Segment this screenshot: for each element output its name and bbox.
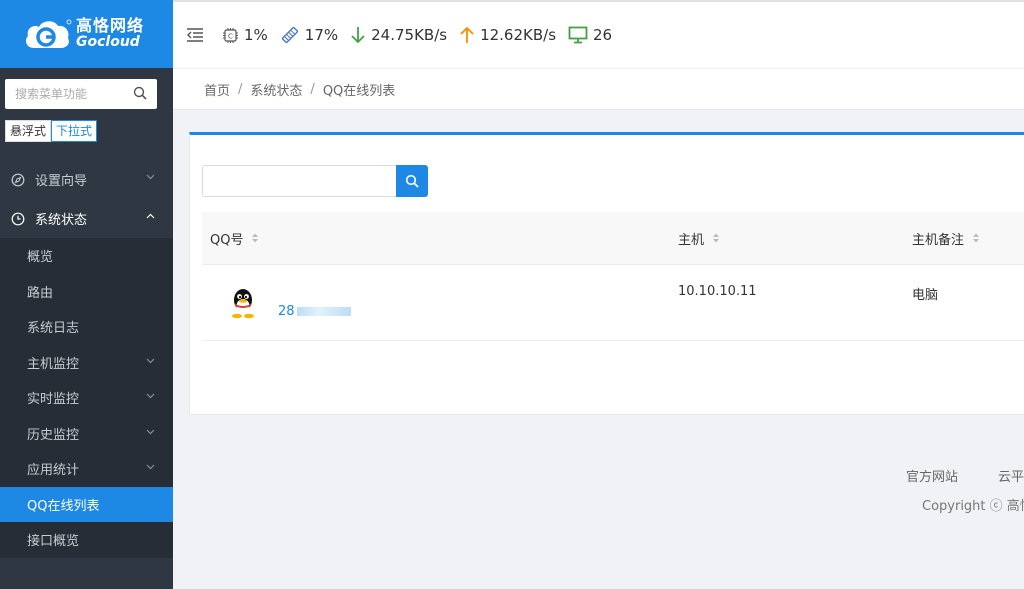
hosts-stat: 26	[568, 26, 612, 44]
column-label: QQ号	[210, 232, 244, 248]
sidebar-item-realtime-monitor[interactable]: 实时监控	[0, 380, 173, 416]
sidebar-item-label: 路由	[27, 285, 54, 301]
chevron-up-icon	[146, 213, 155, 219]
menu-collapse-icon[interactable]	[186, 27, 204, 43]
chevron-down-icon	[146, 429, 155, 434]
column-host[interactable]: 主机	[678, 229, 720, 248]
menu-search	[5, 79, 157, 109]
sidebar-item-interface-overview[interactable]: 接口概览	[0, 522, 173, 558]
cpu-chip-icon: C	[223, 27, 238, 43]
sidebar-item-label: 实时监控	[27, 392, 80, 408]
sidebar-item-system-log[interactable]: 系统日志	[0, 309, 173, 345]
sidebar-item-label: 设置向导	[35, 174, 88, 189]
sidebar-item-label: 系统日志	[27, 321, 80, 337]
sidebar-item-setup-wizard[interactable]: 设置向导	[0, 160, 173, 199]
breadcrumb-separator: /	[238, 81, 243, 97]
qq-search-input[interactable]	[202, 165, 396, 197]
mode-float-button[interactable]: 悬浮式	[5, 120, 52, 142]
sort-icon[interactable]	[251, 232, 259, 244]
column-label: 主机备注	[912, 232, 965, 248]
top-header: C 1% 17% 24.75KB/s 12.62KB/s 26	[173, 0, 1024, 68]
sidebar-item-host-monitor[interactable]: 主机监控	[0, 345, 173, 381]
cpu-usage-value: 1%	[244, 26, 268, 44]
sidebar-item-label: 系统状态	[35, 213, 88, 228]
qq-penguin-icon	[232, 289, 254, 319]
footer-link-official-site[interactable]: 官方网站	[906, 470, 958, 485]
download-speed-value: 24.75KB/s	[371, 26, 448, 44]
download-stat: 24.75KB/s	[350, 26, 447, 44]
breadcrumb: 首页 / 系统状态 / QQ在线列表	[173, 68, 1024, 110]
qq-list-card: QQ号 主机 主机备注 28 10.10.10.11 电脑	[189, 132, 1024, 415]
breadcrumb-home[interactable]: 首页	[204, 80, 230, 99]
arrow-down-icon	[351, 27, 365, 44]
sidebar: 高恪网络 Gocloud 悬浮式 下拉式 设置向导 系统状态	[0, 0, 173, 589]
copyright-text: Copyright ⓒ 高恪	[922, 499, 1024, 514]
sidebar-item-qq-online-list[interactable]: QQ在线列表	[0, 486, 173, 522]
qq-number: 28	[278, 304, 295, 319]
memory-stat: 17%	[280, 25, 338, 45]
qq-table: QQ号 主机 主机备注 28 10.10.10.11 电脑	[202, 212, 1024, 341]
column-label: 主机	[678, 232, 705, 248]
table-header: QQ号 主机 主机备注	[202, 212, 1024, 265]
qq-number-blur	[296, 307, 351, 316]
chevron-down-icon	[146, 464, 155, 470]
host-ip: 10.10.10.11	[678, 284, 757, 299]
monitor-icon	[568, 26, 588, 44]
footer-links: 官方网站 云平	[906, 466, 1024, 485]
upload-stat: 12.62KB/s	[459, 26, 556, 44]
host-note: 电脑	[912, 288, 939, 303]
search-icon	[405, 174, 419, 188]
breadcrumb-separator: /	[310, 81, 315, 97]
memory-usage-value: 17%	[304, 26, 339, 44]
menu-mode-toggle: 悬浮式 下拉式	[5, 120, 98, 142]
system-status-submenu: 概览 路由 系统日志 主机监控 实时监控 历史监控 应用统计 QQ在线列表 接口…	[0, 238, 173, 558]
sidebar-item-app-stats[interactable]: 应用统计	[0, 451, 173, 487]
brand-logo[interactable]: 高恪网络 Gocloud	[0, 0, 173, 68]
upload-speed-value: 12.62KB/s	[480, 26, 557, 44]
chevron-down-icon	[146, 174, 155, 180]
arrow-up-icon	[460, 26, 474, 43]
sidebar-item-system-status[interactable]: 系统状态	[0, 199, 173, 238]
sidebar-item-label: 接口概览	[27, 534, 80, 550]
sidebar-item-label: QQ在线列表	[27, 498, 100, 514]
menu-search-input[interactable]	[15, 87, 133, 101]
column-qq[interactable]: QQ号	[210, 229, 259, 248]
sort-icon[interactable]	[712, 232, 720, 244]
table-row: 28 10.10.10.11 电脑	[202, 265, 1024, 341]
sidebar-item-label: 主机监控	[27, 356, 80, 372]
cloud-logo-icon	[26, 19, 72, 48]
column-host-note[interactable]: 主机备注	[912, 229, 980, 248]
mode-dropdown-button[interactable]: 下拉式	[51, 120, 98, 142]
search-icon[interactable]	[133, 86, 147, 100]
qq-number-link[interactable]: 28	[278, 304, 351, 319]
sidebar-menu: 设置向导 系统状态 概览 路由 系统日志 主机监控 实时监控 历史监控 应用统计…	[0, 160, 173, 558]
sidebar-item-label: 应用统计	[27, 463, 80, 479]
brand-name-cn: 高恪网络	[76, 16, 145, 36]
svg-text:C: C	[228, 32, 233, 40]
clock-icon	[11, 212, 25, 225]
sidebar-item-label: 历史监控	[27, 427, 80, 443]
qq-search	[202, 165, 428, 197]
sidebar-item-overview[interactable]: 概览	[0, 238, 173, 274]
compass-icon	[11, 173, 25, 186]
sort-icon[interactable]	[972, 232, 980, 244]
sidebar-item-label: 概览	[27, 250, 54, 266]
chevron-down-icon	[146, 358, 155, 363]
memory-stick-icon	[281, 26, 298, 44]
sidebar-item-history-monitor[interactable]: 历史监控	[0, 416, 173, 452]
sidebar-item-routing[interactable]: 路由	[0, 274, 173, 310]
breadcrumb-system-status[interactable]: 系统状态	[250, 80, 302, 99]
cpu-stat: C 1%	[222, 26, 268, 44]
qq-search-button[interactable]	[396, 165, 428, 197]
breadcrumb-current: QQ在线列表	[322, 83, 396, 99]
brand-name-en: Gocloud	[76, 34, 140, 51]
footer-link-cloud[interactable]: 云平	[998, 470, 1024, 485]
online-hosts-value: 26	[593, 26, 613, 44]
chevron-down-icon	[146, 393, 155, 399]
